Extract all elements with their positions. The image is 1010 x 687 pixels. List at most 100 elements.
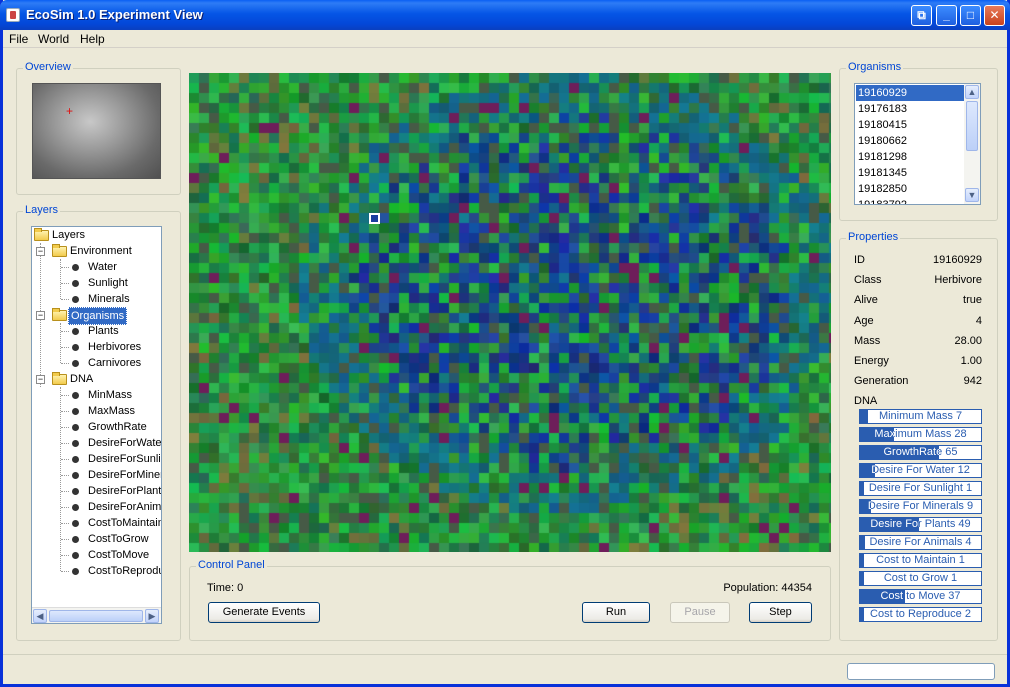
scroll-up-icon[interactable]: ▲ — [965, 85, 979, 99]
menu-world[interactable]: World — [38, 32, 69, 46]
leaf-dot-icon — [72, 456, 79, 463]
list-item[interactable]: 19176183 — [856, 101, 966, 117]
property-generation: Generation 942 — [854, 375, 982, 387]
leaf-dot-icon — [72, 392, 79, 399]
menu-help[interactable]: Help — [80, 32, 105, 46]
leaf-dot-icon — [72, 536, 79, 543]
dna-bar: Maximum Mass 28Maximum Mass 28 — [859, 427, 982, 442]
menu-file[interactable]: File — [9, 32, 28, 46]
generate-events-button[interactable]: Generate Events — [208, 602, 320, 623]
leaf-dot-icon — [72, 424, 79, 431]
leaf-dot-icon — [72, 408, 79, 415]
dna-bar-label: Desire For Minerals 9 — [867, 500, 974, 512]
folder-icon — [52, 244, 67, 257]
dna-bar: Desire For Sunlight 1Desire For Sunlight… — [859, 481, 982, 496]
list-item[interactable]: 19183792 — [856, 197, 966, 204]
restore-window-button[interactable]: ⧉ — [911, 5, 932, 26]
status-progress-field — [847, 663, 995, 680]
dna-bar-label: Cost to Reproduce 2 — [870, 608, 971, 620]
scroll-right-icon[interactable]: ▶ — [145, 609, 159, 623]
list-item[interactable]: 19181345 — [856, 165, 966, 181]
dna-bar: Cost to Move 37Cost to Move 37 — [859, 589, 982, 604]
leaf-dot-icon — [72, 552, 79, 559]
leaf-dot-icon — [72, 264, 79, 271]
leaf-dot-icon — [72, 440, 79, 447]
close-icon: ✕ — [989, 8, 1000, 22]
status-bar — [3, 654, 1007, 684]
leaf-dot-icon — [72, 344, 79, 351]
pause-button[interactable]: Pause — [670, 602, 730, 623]
scroll-left-icon[interactable]: ◀ — [33, 609, 47, 623]
step-button[interactable]: Step — [749, 602, 812, 623]
organisms-panel: Organisms 19160929 19176183 19180415 191… — [839, 61, 998, 221]
dna-bar: Cost to Reproduce 2Cost to Reproduce 2 — [859, 607, 982, 622]
leaf-dot-icon — [72, 488, 79, 495]
dna-bar: Cost to Maintain 1Cost to Maintain 1 — [859, 553, 982, 568]
overview-panel: Overview + — [16, 61, 181, 195]
control-panel: Control Panel Time: 0 Population: 44354 … — [189, 559, 831, 641]
property-dna-label: DNA — [854, 395, 878, 407]
tree-horizontal-scrollbar[interactable]: ◀ ▶ — [32, 607, 161, 623]
organisms-list[interactable]: 19160929 19176183 19180415 19180662 1918… — [854, 83, 981, 205]
dna-bar: Minimum Mass 7Minimum Mass 7 — [859, 409, 982, 424]
property-energy: Energy 1.00 — [854, 355, 982, 367]
list-item[interactable]: 19160929 — [856, 85, 966, 101]
properties-title: Properties — [846, 231, 901, 243]
dna-bar: GrowthRate 65GrowthRate 65 — [859, 445, 982, 460]
overview-title: Overview — [23, 61, 73, 73]
selected-cell-marker — [369, 213, 380, 224]
time-readout: Time: 0 — [207, 582, 244, 594]
list-item[interactable]: 19182850 — [856, 181, 966, 197]
population-readout: Population: 44354 — [723, 582, 812, 594]
list-item[interactable]: 19180415 — [856, 117, 966, 133]
dna-bar: Desire For Animals 4Desire For Animals 4 — [859, 535, 982, 550]
layers-title: Layers — [23, 204, 61, 216]
minimize-button[interactable]: _ — [936, 5, 957, 26]
app-window: EcoSim 1.0 Experiment View ⧉ _ □ ✕ File … — [0, 0, 1010, 687]
dna-bar-label: Minimum Mass 7 — [878, 410, 963, 422]
leaf-dot-icon — [72, 504, 79, 511]
leaf-dot-icon — [72, 360, 79, 367]
dna-bar-label: Cost to Maintain 1 — [876, 554, 965, 566]
menu-bar: File World Help — [3, 30, 1007, 48]
minimize-icon: _ — [943, 8, 950, 22]
layers-tree[interactable]: Layers − Environment Water Sunlight Mine… — [31, 226, 162, 624]
property-age: Age 4 — [854, 315, 982, 327]
scroll-thumb[interactable] — [966, 101, 978, 151]
leaf-dot-icon — [72, 296, 79, 303]
java-icon[interactable] — [6, 8, 20, 22]
window-title: EcoSim 1.0 Experiment View — [26, 7, 203, 22]
close-button[interactable]: ✕ — [984, 5, 1005, 26]
scroll-down-icon[interactable]: ▼ — [965, 188, 979, 202]
collapse-toggle-icon[interactable]: − — [36, 247, 45, 256]
list-item[interactable]: 19180662 — [856, 133, 966, 149]
world-map-canvas[interactable] — [189, 73, 831, 552]
dna-bar-label: Desire For Water 12 — [871, 464, 970, 476]
viewport-marker: + — [66, 104, 74, 118]
layers-panel: Layers Layers − Environment Water Sunlig… — [16, 204, 181, 641]
leaf-dot-icon — [72, 472, 79, 479]
property-mass: Mass 28.00 — [854, 335, 982, 347]
list-item[interactable]: 19181298 — [856, 149, 966, 165]
scroll-thumb[interactable] — [49, 610, 143, 622]
run-button[interactable]: Run — [582, 602, 650, 623]
leaf-dot-icon — [72, 280, 79, 287]
maximize-icon: □ — [966, 8, 975, 22]
collapse-toggle-icon[interactable]: − — [36, 311, 45, 320]
property-id: ID 19160929 — [854, 254, 982, 266]
leaf-dot-icon — [72, 520, 79, 527]
organisms-title: Organisms — [846, 61, 904, 73]
dna-bar: Desire For Plants 49Desire For Plants 49 — [859, 517, 982, 532]
control-panel-title: Control Panel — [196, 559, 267, 571]
property-alive: Alive true — [854, 294, 982, 306]
title-bar[interactable]: EcoSim 1.0 Experiment View ⧉ _ □ ✕ — [0, 0, 1010, 30]
leaf-dot-icon — [72, 568, 79, 575]
property-class: Class Herbivore — [854, 274, 982, 286]
maximize-button[interactable]: □ — [960, 5, 981, 26]
folder-icon — [34, 228, 49, 241]
collapse-toggle-icon[interactable]: − — [36, 375, 45, 384]
overview-minimap[interactable]: + — [32, 83, 161, 179]
world-map[interactable] — [189, 73, 831, 552]
organisms-vertical-scrollbar[interactable]: ▲ ▼ — [964, 84, 980, 204]
restore-icon: ⧉ — [917, 8, 926, 22]
